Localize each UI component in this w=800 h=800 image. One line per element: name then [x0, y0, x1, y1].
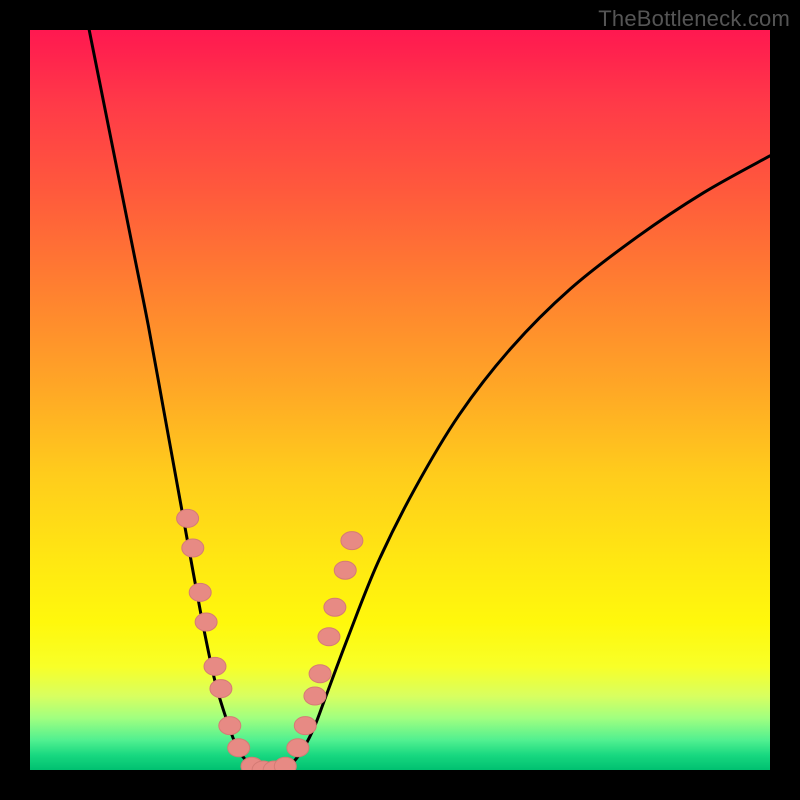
- data-marker: [177, 509, 199, 527]
- data-marker: [204, 657, 226, 675]
- data-marker: [195, 613, 217, 631]
- chart-svg: [30, 30, 770, 770]
- data-marker: [287, 739, 309, 757]
- data-marker: [318, 628, 340, 646]
- data-marker: [324, 598, 346, 616]
- data-marker: [334, 561, 356, 579]
- data-marker: [182, 539, 204, 557]
- watermark-text: TheBottleneck.com: [598, 6, 790, 32]
- data-marker: [294, 717, 316, 735]
- chart-frame: TheBottleneck.com: [0, 0, 800, 800]
- data-marker: [228, 739, 250, 757]
- data-marker: [189, 583, 211, 601]
- data-marker: [219, 717, 241, 735]
- data-marker: [274, 757, 296, 770]
- bottleneck-curve: [89, 30, 770, 770]
- plot-area: [30, 30, 770, 770]
- bottleneck-path: [89, 30, 770, 770]
- data-marker: [341, 532, 363, 550]
- data-marker: [309, 665, 331, 683]
- data-marker: [210, 680, 232, 698]
- data-marker: [304, 687, 326, 705]
